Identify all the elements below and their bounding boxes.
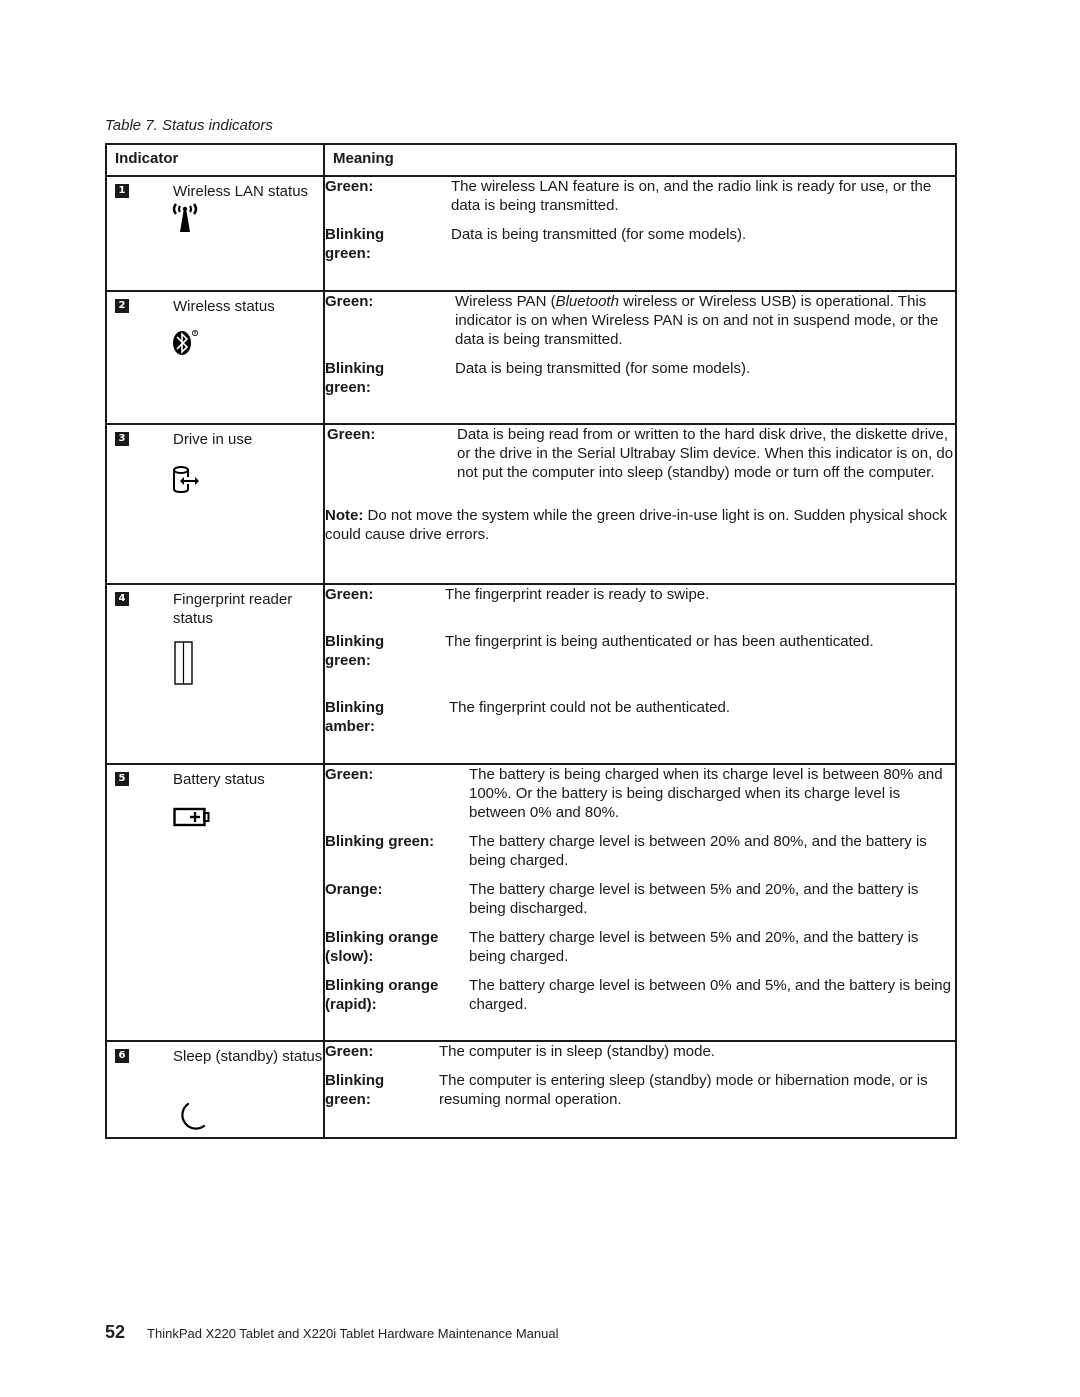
state-label: Blinking amber: (325, 699, 385, 735)
svg-text:R: R (194, 331, 197, 336)
indicator-cell: 2 Wireless status R (105, 290, 325, 425)
battery-icon (173, 807, 211, 827)
state-description: The fingerprint reader is ready to swipe… (445, 586, 710, 603)
state-row: Green: The battery is being charged when… (325, 765, 955, 822)
state-label: Green: (325, 178, 374, 195)
meaning-cell: Green: The battery is being charged when… (323, 763, 957, 1042)
state-label: Green: (325, 293, 374, 310)
table-row: 3 Drive in use Green: Data is being read… (105, 423, 957, 585)
state-row: Green: The fingerprint reader is ready t… (325, 585, 955, 604)
meaning-cell: Green: The computer is in sleep (standby… (323, 1040, 957, 1139)
state-row: Green: Data is being read from or writte… (325, 425, 955, 482)
state-row: Green: Wireless PAN (Bluetooth wireless … (325, 292, 955, 349)
table-caption: Table 7. Status indicators (105, 117, 273, 134)
callout-number: 5 (115, 772, 129, 786)
status-indicators-table: Indicator Meaning 1 Wireless LAN status (105, 143, 957, 1139)
header-indicator: Indicator (105, 143, 325, 177)
state-label: Green: (325, 586, 374, 603)
state-description: Wireless PAN (Bluetooth wireless or Wire… (455, 292, 955, 349)
indicator-cell: 1 Wireless LAN status (105, 175, 325, 292)
wireless-lan-icon (171, 201, 199, 233)
table-row: 1 Wireless LAN status Green: The wireles… (105, 175, 957, 292)
indicator-name: Wireless status (173, 298, 275, 315)
callout-number: 3 (115, 432, 129, 446)
state-label: Green: (325, 1043, 374, 1060)
bluetooth-icon: R (171, 328, 203, 358)
meaning-cell: Green: Data is being read from or writte… (323, 423, 957, 585)
desc-italic: Bluetooth (555, 293, 619, 310)
manual-title: ThinkPad X220 Tablet and X220i Tablet Ha… (147, 1326, 559, 1341)
state-label: Blinking orange (rapid): (325, 977, 439, 1013)
state-label: Blinking green: (325, 633, 385, 669)
state-row: Orange: The battery charge level is betw… (325, 880, 955, 918)
page-number: 52 (105, 1322, 126, 1342)
state-row: Green: The computer is in sleep (standby… (325, 1042, 955, 1061)
note-text: Do not move the system while the green d… (325, 507, 947, 543)
state-description: The battery charge level is between 0% a… (469, 977, 951, 1013)
state-row: Blinking orange (rapid): The battery cha… (325, 976, 955, 1014)
table-row: 6 Sleep (standby) status Green: The comp… (105, 1040, 957, 1139)
table-row: 5 Battery status Green: The battery is b… (105, 763, 957, 1042)
state-description: The battery charge level is between 20% … (469, 833, 927, 869)
indicator-cell: 3 Drive in use (105, 423, 325, 585)
meaning-cell: Green: The wireless LAN feature is on, a… (323, 175, 957, 292)
state-description: Data is being read from or written to th… (457, 426, 954, 481)
indicator-name: Battery status (173, 771, 265, 788)
indicator-cell: 5 Battery status (105, 763, 325, 1042)
table-header-row: Indicator Meaning (105, 143, 957, 177)
state-description: The fingerprint could not be authenticat… (449, 699, 731, 716)
header-meaning: Meaning (323, 143, 957, 177)
indicator-name: Fingerprint reader status (173, 591, 293, 627)
state-label: Green: (325, 766, 374, 783)
state-row: Green: The wireless LAN feature is on, a… (325, 177, 955, 215)
state-description: Data is being transmitted (for some mode… (455, 360, 751, 377)
state-row: Blinking green: The fingerprint is being… (325, 632, 955, 670)
state-row: Blinking green: The computer is entering… (325, 1071, 955, 1109)
state-description: The wireless LAN feature is on, and the … (451, 178, 932, 214)
indicator-name: Drive in use (173, 431, 253, 448)
callout-number: 2 (115, 299, 129, 313)
desc-text: Wireless PAN ( (455, 293, 556, 310)
indicator-name: Sleep (standby) status (173, 1048, 323, 1065)
state-description: The battery charge level is between 5% a… (469, 881, 919, 917)
state-row: Blinking green: The battery charge level… (325, 832, 955, 870)
state-label: Green: (327, 426, 376, 443)
note: Note: Do not move the system while the g… (325, 506, 955, 544)
page-footer: 52 ThinkPad X220 Tablet and X220i Tablet… (105, 1322, 559, 1343)
state-description: The computer is in sleep (standby) mode. (439, 1043, 715, 1060)
state-label: Blinking green: (325, 833, 435, 850)
state-row: Blinking green: Data is being transmitte… (325, 359, 955, 397)
state-row: Blinking orange (slow): The battery char… (325, 928, 955, 966)
state-description: Data is being transmitted (for some mode… (451, 226, 747, 243)
state-description: The battery is being charged when its ch… (469, 766, 943, 821)
state-row: Blinking green: Data is being transmitte… (325, 225, 955, 263)
indicator-cell: 4 Fingerprint reader status (105, 583, 325, 765)
callout-number: 6 (115, 1049, 129, 1063)
state-row: Blinking amber: The fingerprint could no… (325, 698, 955, 736)
state-description: The fingerprint is being authenticated o… (445, 633, 874, 650)
state-label: Blinking green: (325, 1072, 385, 1108)
state-description: The computer is entering sleep (standby)… (439, 1072, 928, 1108)
meaning-cell: Green: Wireless PAN (Bluetooth wireless … (323, 290, 957, 425)
drive-in-use-icon (171, 465, 205, 495)
callout-number: 4 (115, 592, 129, 606)
note-label: Note: (325, 507, 364, 524)
callout-number: 1 (115, 184, 129, 198)
state-label: Blinking orange (slow): (325, 929, 439, 965)
state-label: Orange: (325, 881, 383, 898)
meaning-cell: Green: The fingerprint reader is ready t… (323, 583, 957, 765)
table-row: 4 Fingerprint reader status Green: The f… (105, 583, 957, 765)
indicator-cell: 6 Sleep (standby) status (105, 1040, 325, 1139)
state-description: The battery charge level is between 5% a… (469, 929, 919, 965)
fingerprint-reader-icon (173, 640, 195, 686)
table-row: 2 Wireless status R Green: Wireless PAN … (105, 290, 957, 425)
sleep-moon-icon (175, 1102, 207, 1134)
state-label: Blinking green: (325, 226, 385, 262)
state-label: Blinking green: (325, 360, 385, 396)
indicator-name: Wireless LAN status (173, 183, 309, 200)
